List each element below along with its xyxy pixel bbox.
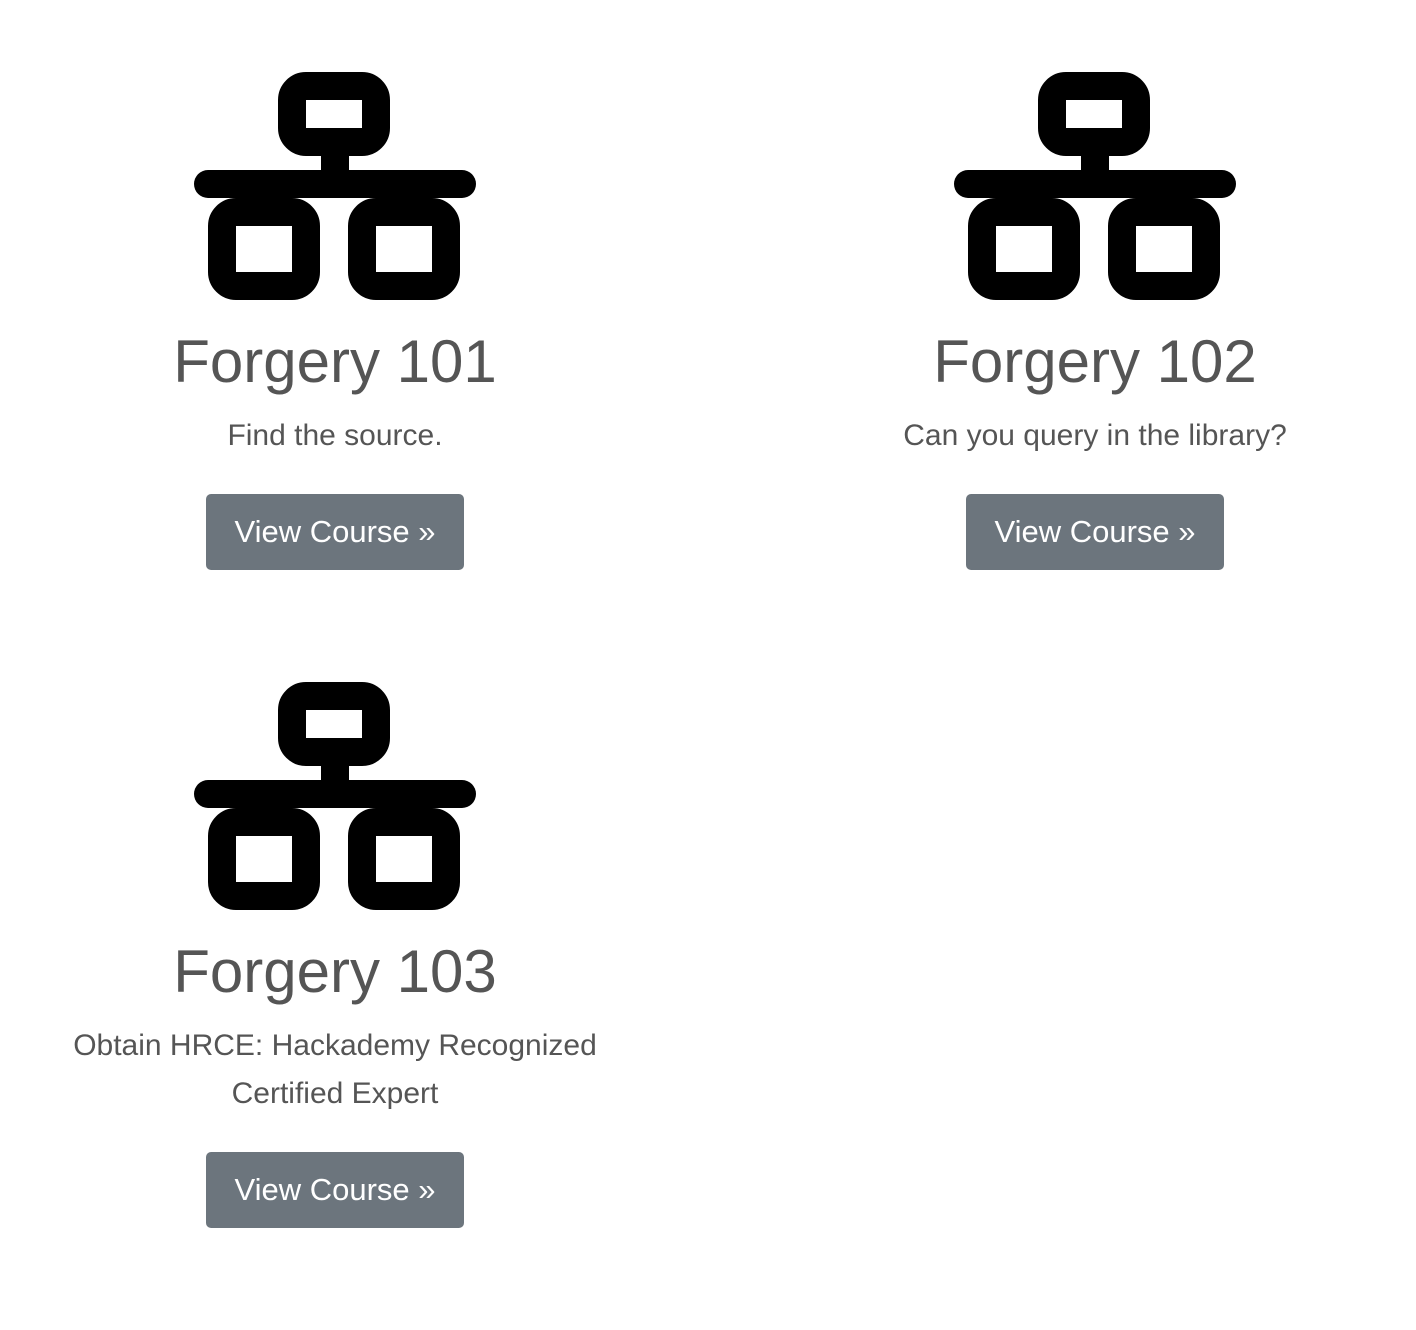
course-description: Obtain HRCE: Hackademy Recognized Certif…: [73, 1029, 597, 1110]
network-icon: [194, 72, 476, 300]
course-title: Forgery 101: [173, 328, 497, 395]
course-title: Forgery 102: [933, 328, 1257, 395]
view-course-button[interactable]: View Course »: [206, 494, 464, 570]
course-card-forgery-103: Forgery 103 Obtain HRCE: Hackademy Recog…: [35, 682, 635, 1228]
course-title: Forgery 103: [173, 938, 497, 1005]
course-description: Can you query in the library?: [903, 419, 1287, 452]
course-card-forgery-102: Forgery 102 Can you query in the library…: [795, 72, 1395, 570]
view-course-button[interactable]: View Course »: [206, 1152, 464, 1228]
network-icon: [954, 72, 1236, 300]
view-course-button[interactable]: View Course »: [966, 494, 1224, 570]
network-icon: [194, 682, 476, 910]
course-description: Find the source.: [227, 419, 443, 452]
course-card-forgery-101: Forgery 101 Find the source. View Course…: [35, 72, 635, 570]
